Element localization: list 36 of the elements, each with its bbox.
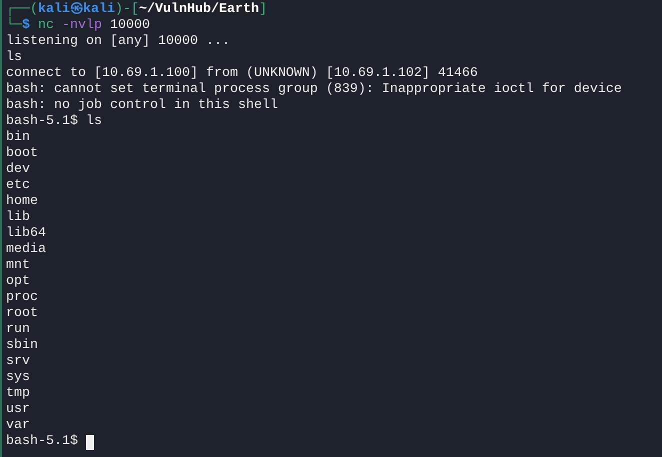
prompt-frame: └─: [6, 18, 22, 33]
terminal-line: run: [6, 322, 30, 338]
terminal-line: bash-5.1$: [6, 434, 78, 450]
terminal-line: var: [6, 418, 30, 434]
terminal-line: listening on [any] 10000 ...: [6, 34, 230, 50]
terminal-line: tmp: [6, 386, 30, 402]
terminal-line: mnt: [6, 258, 30, 274]
terminal-line: bash: cannot set terminal process group (839): Inappropriate ioctl for device: [6, 82, 622, 98]
prompt-frame: ]: [258, 2, 267, 17]
terminal-line: lib64: [6, 226, 46, 242]
command-option: -nvlp: [62, 18, 102, 33]
terminal-line: sbin: [6, 338, 38, 354]
terminal-line: etc: [6, 178, 30, 194]
terminal-line: bash: no job control in this shell: [6, 98, 278, 114]
prompt-frame: )-[: [115, 2, 139, 17]
prompt-frame: ┌──(: [6, 2, 38, 17]
command-argument: 10000: [110, 18, 150, 33]
terminal-line: sys: [6, 370, 30, 386]
terminal-line: home: [6, 194, 38, 210]
terminal-line: dev: [6, 162, 30, 178]
terminal-line: connect to [10.69.1.100] from (UNKNOWN) [10.69.1.102] 41466: [6, 66, 478, 82]
terminal-line: usr: [6, 402, 30, 418]
terminal-line: bash-5.1$ ls: [6, 114, 102, 130]
terminal-line: media: [6, 242, 46, 258]
terminal-line: lib: [6, 210, 30, 226]
terminal-line: ls: [6, 50, 22, 66]
prompt-user-host: kali㉿kali: [38, 2, 115, 17]
terminal-line: srv: [6, 354, 30, 370]
prompt-symbol: $: [22, 18, 30, 33]
terminal-line: boot: [6, 146, 38, 162]
command-text: nc: [38, 18, 54, 33]
prompt-path: ~/VulnHub/Earth: [139, 2, 259, 17]
terminal-line: root: [6, 306, 38, 322]
terminal-line: proc: [6, 290, 38, 306]
terminal-line: opt: [6, 274, 30, 290]
terminal-line: bin: [6, 130, 30, 146]
